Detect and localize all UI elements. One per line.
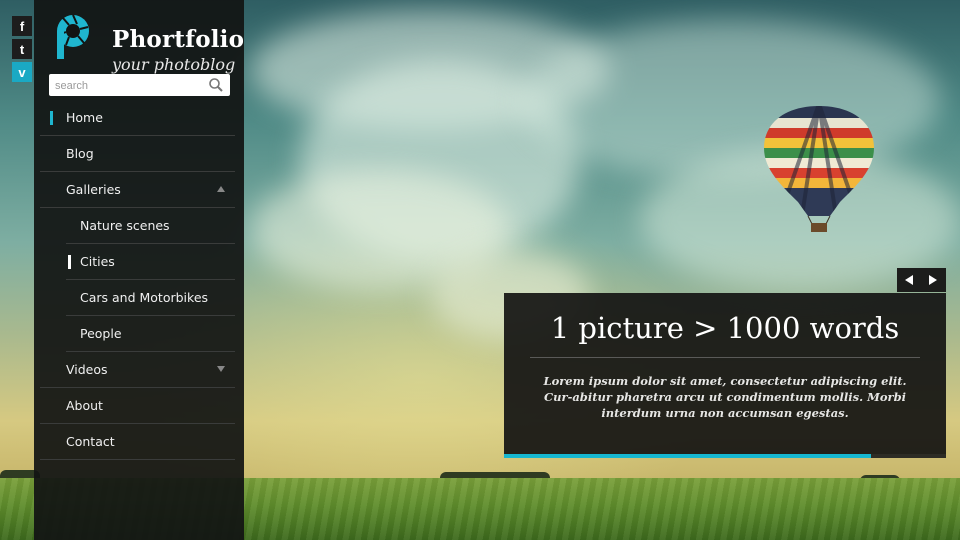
nav-subitem-nature-scenes[interactable]: Nature scenes <box>66 208 235 244</box>
divider <box>530 357 920 358</box>
slide-caption: 1 picture > 1000 words Lorem ipsum dolor… <box>504 293 946 458</box>
nav-item-about[interactable]: About <box>40 388 235 424</box>
active-sub-indicator <box>68 255 71 269</box>
nav-item-blog[interactable]: Blog <box>40 136 235 172</box>
aperture-p-logo-icon <box>57 14 89 59</box>
slider-next-button[interactable] <box>921 268 945 292</box>
nav-label: About <box>66 398 103 413</box>
nav-subitem-cities[interactable]: Cities <box>66 244 235 280</box>
nav-label: Videos <box>66 362 108 377</box>
hot-air-balloon-image <box>764 106 874 232</box>
nav-label: Home <box>66 110 103 125</box>
search-box <box>49 74 230 96</box>
nav-item-contact[interactable]: Contact <box>40 424 235 460</box>
search-input[interactable] <box>55 76 205 96</box>
slide-title: 1 picture > 1000 words <box>550 311 900 345</box>
chevron-down-icon[interactable] <box>217 366 225 372</box>
nav-label: Cities <box>80 254 115 269</box>
nav-label: Blog <box>66 146 94 161</box>
nav-item-videos[interactable]: Videos <box>40 352 235 388</box>
vimeo-icon[interactable]: v <box>12 62 32 82</box>
nav-label: Contact <box>66 434 115 449</box>
nav-label: People <box>80 326 122 341</box>
site-tagline: your photoblog <box>112 55 236 74</box>
slider-controls <box>897 268 946 292</box>
main-nav: Home Blog Galleries Nature scenes Cities… <box>40 100 235 460</box>
slide-progress-fill <box>504 454 871 458</box>
chevron-up-icon[interactable] <box>217 186 225 192</box>
slide-description: Lorem ipsum dolor sit amet, consectetur … <box>543 374 907 420</box>
site-title: Phortfolio <box>112 26 245 53</box>
sidebar: Phortfolio your photoblog Home Blog Gall… <box>34 0 244 540</box>
nav-item-home[interactable]: Home <box>40 100 235 136</box>
nav-label: Nature scenes <box>80 218 170 233</box>
nav-subitem-people[interactable]: People <box>66 316 235 352</box>
active-indicator <box>50 111 53 125</box>
slider-prev-button[interactable] <box>897 268 921 292</box>
nav-item-galleries[interactable]: Galleries <box>40 172 235 208</box>
arrow-right-icon <box>929 275 937 285</box>
facebook-icon[interactable]: f <box>12 16 32 36</box>
tumblr-icon[interactable]: t <box>12 39 32 59</box>
slide-progress-bar <box>504 454 946 458</box>
arrow-left-icon <box>905 275 913 285</box>
nav-label: Galleries <box>66 182 121 197</box>
social-links: f t v <box>12 16 32 85</box>
nav-subitem-cars-motorbikes[interactable]: Cars and Motorbikes <box>66 280 235 316</box>
search-icon[interactable] <box>208 77 224 93</box>
nav-label: Cars and Motorbikes <box>80 290 209 305</box>
